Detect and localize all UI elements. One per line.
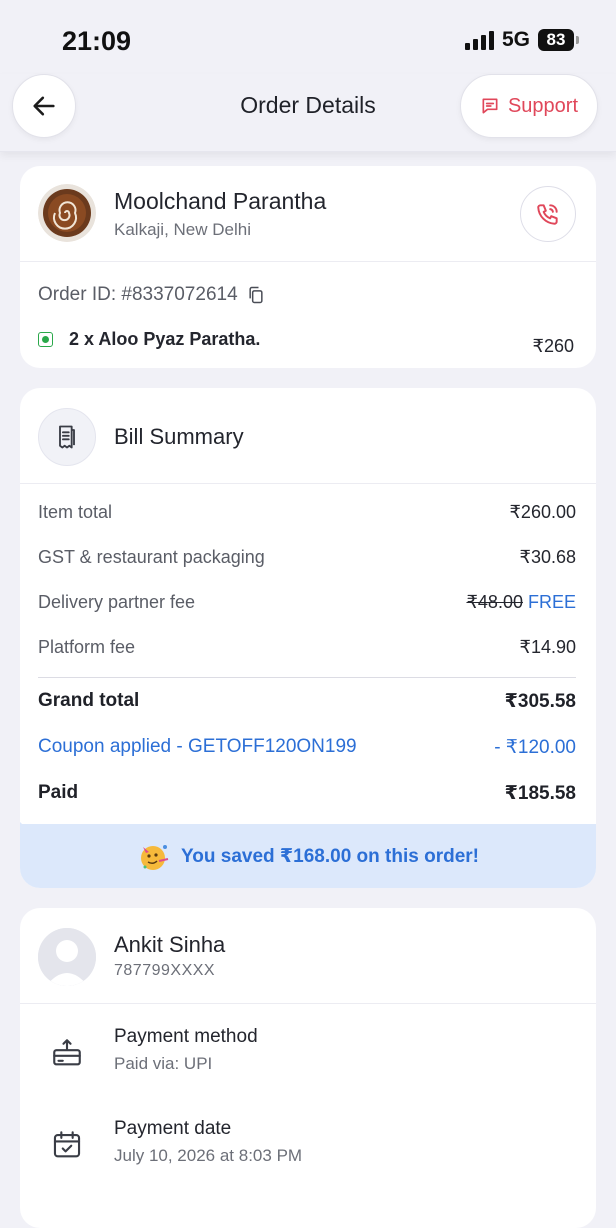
- battery-icon: 83: [538, 29, 579, 51]
- bill-label: Grand total: [38, 690, 140, 711]
- coupon-label: Coupon applied - GETOFF120ON199: [38, 736, 357, 757]
- restaurant-location: Kalkaji, New Delhi: [114, 220, 251, 239]
- status-time: 21:09: [62, 26, 132, 56]
- status-indicators: 5G 83: [464, 28, 579, 52]
- bill-label: Delivery partner fee: [38, 592, 196, 612]
- call-button[interactable]: [520, 186, 576, 242]
- receipt-icon: [38, 408, 96, 466]
- bill-row-gst: GST & restaurant packaging ₹30.68: [38, 547, 576, 568]
- bill-label: Item total: [38, 502, 113, 522]
- bill-row-coupon: Coupon applied - GETOFF120ON199 - ₹120.0…: [38, 736, 576, 759]
- order-item-row: 2 x Aloo Pyaz Paratha. ₹260: [38, 322, 574, 357]
- customer-phone: 787799XXXX: [114, 962, 216, 979]
- bill-value: ₹305.58: [504, 691, 576, 712]
- support-label: Support: [507, 94, 579, 117]
- bill-row-platform: Platform fee ₹14.90: [38, 637, 576, 658]
- divider: [38, 677, 576, 678]
- order-id: Order ID: #8337072614: [38, 284, 266, 306]
- restaurant-card: Moolchand Parantha Kalkaji, New Delhi Or…: [20, 166, 596, 368]
- bill-value: ₹48.00 FREE: [466, 592, 576, 613]
- bill-summary-card: Bill Summary Item total ₹260.00 GST & re…: [20, 388, 596, 888]
- payment-card-icon: [53, 1039, 81, 1066]
- savings-banner: You saved ₹168.00 on this order!: [20, 824, 596, 888]
- divider: [20, 1003, 596, 1004]
- calendar-icon: [53, 1131, 81, 1158]
- bill-label: Paid: [38, 782, 79, 803]
- payment-method-value: Paid via: UPI: [114, 1054, 213, 1073]
- copy-icon[interactable]: [246, 285, 266, 305]
- bill-title: Bill Summary: [114, 424, 244, 449]
- signal-icon: [464, 30, 494, 50]
- bill-value: ₹260.00: [509, 502, 576, 522]
- payment-date-label: Payment date: [114, 1118, 232, 1139]
- bill-row-grand-total: Grand total ₹305.58: [38, 690, 576, 713]
- delivery-original-fee: ₹48.00: [466, 592, 523, 612]
- savings-text: You saved ₹168.00 on this order!: [181, 845, 479, 867]
- item-name: 2 x Aloo Pyaz Paratha.: [69, 329, 261, 349]
- bill-row-paid: Paid ₹185.58: [38, 782, 576, 805]
- bill-row-delivery: Delivery partner fee ₹48.00 FREE: [38, 592, 576, 613]
- customer-card: Ankit Sinha 787799XXXX Payment method Pa…: [20, 908, 596, 1228]
- customer-name: Ankit Sinha: [114, 932, 226, 957]
- bill-label: Platform fee: [38, 637, 136, 657]
- restaurant-image: [38, 184, 96, 242]
- bill-value: ₹30.68: [519, 547, 577, 567]
- app-header: Order Details Support: [0, 74, 616, 152]
- bill-value: ₹14.90: [519, 637, 577, 657]
- delivery-free-label: FREE: [527, 592, 576, 612]
- bill-value: ₹185.58: [504, 783, 576, 804]
- restaurant-name: Moolchand Parantha: [114, 188, 327, 214]
- item-price: ₹260: [532, 336, 574, 356]
- divider: [20, 483, 596, 484]
- status-bar: 21:09 5G 83: [0, 0, 616, 74]
- divider: [20, 261, 596, 262]
- payment-date-value: July 10, 2026 at 8:03 PM: [114, 1146, 303, 1165]
- party-icon: [141, 845, 169, 870]
- bill-label: GST & restaurant packaging: [38, 547, 265, 567]
- support-button[interactable]: Support: [460, 74, 598, 138]
- payment-method-label: Payment method: [114, 1026, 258, 1047]
- order-id-text: Order ID: #8337072614: [38, 284, 238, 305]
- veg-icon: [38, 332, 53, 347]
- phone-icon: [537, 204, 558, 225]
- network-type: 5G: [501, 28, 530, 51]
- avatar: [38, 928, 96, 986]
- coupon-value: - ₹120.00: [494, 737, 576, 758]
- wave-divider: [20, 822, 596, 832]
- bill-row-item-total: Item total ₹260.00: [38, 502, 576, 523]
- chat-icon: [482, 98, 498, 114]
